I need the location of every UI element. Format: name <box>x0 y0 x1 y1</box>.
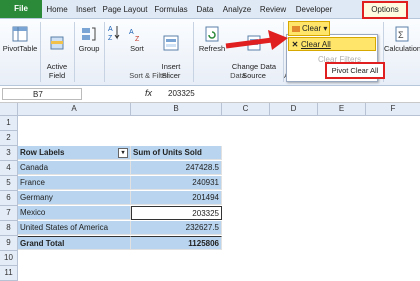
pivot-clear-all-tooltip: Pivot Clear All <box>325 62 385 79</box>
svg-text:Z: Z <box>108 35 113 42</box>
row-header[interactable]: 5 <box>0 176 18 191</box>
separator <box>74 22 75 82</box>
pivot-row-label[interactable]: Germany <box>18 191 131 205</box>
row-header[interactable]: 4 <box>0 161 18 176</box>
group-label: Group <box>78 44 100 53</box>
select-all-corner[interactable] <box>0 103 18 116</box>
grand-total-label[interactable]: Grand Total <box>18 236 131 250</box>
pivot-row-value[interactable]: 201494 <box>131 191 222 205</box>
clear-all-label: Clear All <box>301 40 331 49</box>
column-header-f[interactable]: F <box>366 103 420 116</box>
row-header[interactable]: 2 <box>0 131 18 146</box>
tab-page-layout[interactable]: Page Layout <box>101 3 149 16</box>
column-header-b[interactable]: B <box>131 103 222 116</box>
svg-text:A: A <box>129 29 134 36</box>
chevron-down-icon: ▾ <box>321 24 328 33</box>
clear-all-item[interactable]: ✕ Clear All <box>288 37 376 51</box>
group-button[interactable]: Group <box>76 25 102 53</box>
row-header[interactable]: 7 <box>0 206 18 221</box>
separator <box>193 22 194 82</box>
pivot-row-label[interactable]: Canada <box>18 161 131 175</box>
pivottable-label: PivotTable <box>2 44 38 53</box>
pivottable-button[interactable]: PivotTable <box>2 25 38 53</box>
refresh-icon <box>205 26 219 42</box>
pivot-row-label[interactable]: United States of America <box>18 221 131 235</box>
active-field-button[interactable]: Active Field <box>42 25 72 80</box>
group-icon <box>82 27 96 41</box>
pivot-row-label[interactable]: France <box>18 176 131 190</box>
column-header-c[interactable]: C <box>222 103 270 116</box>
column-header-d[interactable]: D <box>270 103 318 116</box>
sort-button[interactable]: AZ Sort <box>124 25 150 53</box>
svg-text:Σ: Σ <box>398 30 404 40</box>
red-arrow-annotation <box>225 30 288 50</box>
fx-icon[interactable]: fx <box>145 88 152 98</box>
tab-formulas[interactable]: Formulas <box>150 3 192 16</box>
pivot-row-value[interactable]: 247428.5 <box>131 161 222 175</box>
sort-az-button[interactable]: AZ <box>106 23 122 44</box>
formula-bar: B7 fx 203325 <box>0 86 420 103</box>
eraser-icon <box>292 25 300 32</box>
clear-button[interactable]: Clear ▾ <box>288 21 330 36</box>
calculations-button[interactable]: Σ Calculations <box>384 25 420 53</box>
tab-review[interactable]: Review <box>257 3 289 16</box>
column-header-a[interactable]: A <box>18 103 131 116</box>
pivot-row-label[interactable]: Mexico <box>18 206 131 220</box>
row-header[interactable]: 1 <box>0 116 18 131</box>
tab-analyze[interactable]: Analyze <box>218 3 256 16</box>
row-header[interactable]: 6 <box>0 191 18 206</box>
column-header-e[interactable]: E <box>318 103 366 116</box>
separator <box>40 22 41 82</box>
tab-home[interactable]: Home <box>44 3 70 16</box>
separator <box>104 22 105 82</box>
pivottable-icon <box>12 26 28 42</box>
ribbon-tabs: File Home Insert Page Layout Formulas Da… <box>0 0 420 19</box>
name-box[interactable]: B7 <box>2 88 82 100</box>
row-header[interactable]: 10 <box>0 251 18 266</box>
sort-icon: AZ <box>129 29 140 43</box>
pivot-row-value[interactable]: 240931 <box>131 176 222 190</box>
row-header[interactable]: 9 <box>0 236 18 251</box>
pivot-row-value[interactable]: 232627.5 <box>131 221 222 235</box>
active-field-icon <box>50 36 64 50</box>
calculations-icon: Σ <box>395 26 409 42</box>
sort-az-icon: AZ <box>108 26 120 42</box>
refresh-label: Refresh <box>198 44 226 53</box>
close-icon: ✕ <box>291 40 299 49</box>
row-header[interactable]: 8 <box>0 221 18 236</box>
row-header[interactable]: 11 <box>0 266 18 281</box>
tab-file[interactable]: File <box>0 0 42 18</box>
grand-total-value[interactable]: 1125806 <box>131 236 222 250</box>
row-header[interactable]: 3 <box>0 146 18 161</box>
slicer-icon <box>163 35 179 51</box>
tab-data[interactable]: Data <box>193 3 217 16</box>
row-labels-header-text: Row Labels <box>20 148 65 157</box>
tab-developer[interactable]: Developer <box>290 3 338 16</box>
group-data-label: Data <box>230 71 246 80</box>
tab-insert[interactable]: Insert <box>72 3 100 16</box>
filter-dropdown-icon[interactable]: ▾ <box>118 148 128 158</box>
svg-text:A: A <box>108 26 113 33</box>
svg-text:Z: Z <box>135 36 140 43</box>
formula-input[interactable]: 203325 <box>168 88 195 100</box>
pivot-header-sum[interactable]: Sum of Units Sold <box>131 146 222 160</box>
active-field-label: Active Field <box>46 62 68 80</box>
clear-button-label: Clear <box>302 24 322 33</box>
sort-label: Sort <box>130 44 144 53</box>
tab-options[interactable]: Options <box>362 1 408 19</box>
pivot-header-row-labels[interactable]: Row Labels ▾ <box>18 146 131 160</box>
selected-cell[interactable]: 203325 <box>131 206 222 220</box>
group-sort-filter-label: Sort & Filter <box>129 71 169 80</box>
calculations-label: Calculations <box>384 44 420 53</box>
